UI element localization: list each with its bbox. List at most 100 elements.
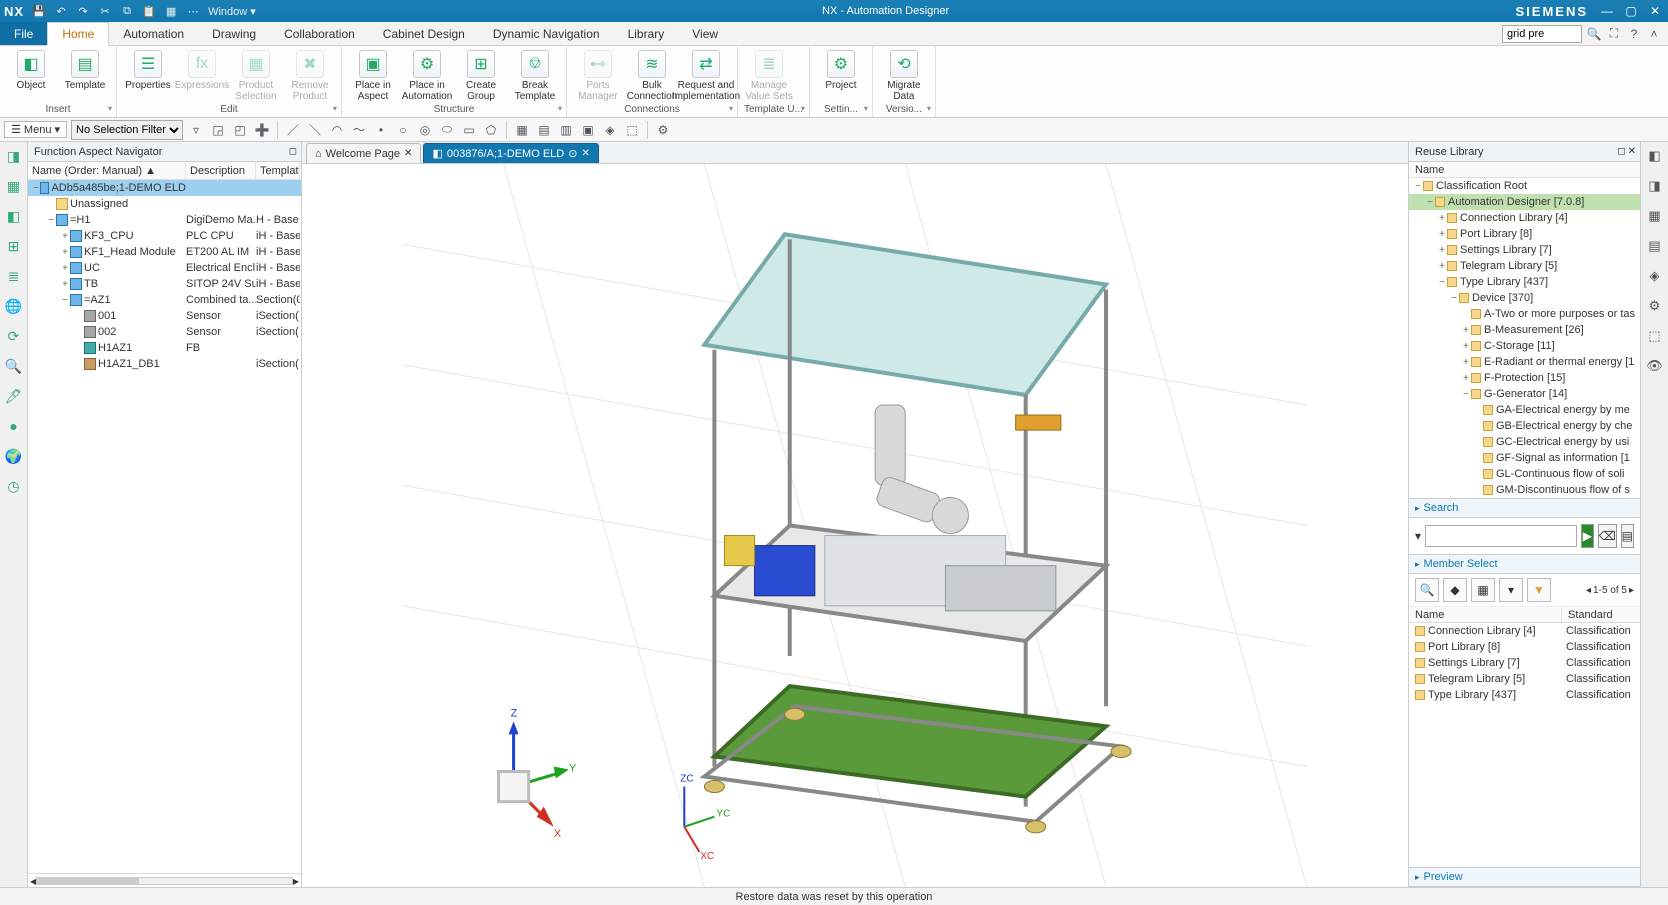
view-icon[interactable]: ◈ <box>601 121 619 139</box>
ribbon-group-label[interactable]: Settin... <box>816 104 866 115</box>
reuse-tree-row[interactable]: −Automation Designer [7.0.8] <box>1409 194 1640 210</box>
line-icon[interactable]: ／ <box>284 121 302 139</box>
fullscreen-icon[interactable]: ⛶ <box>1606 26 1622 42</box>
ribbon-group-label[interactable]: Insert <box>6 104 110 115</box>
reuse-tree[interactable]: −Classification Root−Automation Designer… <box>1409 178 1640 498</box>
next-icon[interactable]: ▸ <box>1629 585 1634 596</box>
rect-icon[interactable]: ▭ <box>460 121 478 139</box>
mcol-name[interactable]: Name <box>1409 607 1562 622</box>
tab-view[interactable]: View <box>678 22 732 45</box>
more-icon[interactable]: ⋯ <box>186 4 200 18</box>
tree-row[interactable]: 002SensoriSection( <box>28 324 301 340</box>
tool-icon[interactable]: ◈ <box>1645 266 1665 286</box>
paste-icon[interactable]: 📋 <box>142 4 156 18</box>
view-icon[interactable]: ▥ <box>557 121 575 139</box>
tab-collaboration[interactable]: Collaboration <box>270 22 369 45</box>
tool-icon[interactable]: ◨ <box>1645 176 1665 196</box>
tab-home[interactable]: Home <box>47 22 109 46</box>
reuse-tree-row[interactable]: GM-Discontinuous flow of s <box>1409 482 1640 498</box>
undock-icon[interactable]: ◻ <box>1617 146 1625 157</box>
redo-icon[interactable]: ↷ <box>76 4 90 18</box>
reuse-tree-row[interactable]: GC-Electrical energy by usi <box>1409 434 1640 450</box>
ribbon-place-in-aspect-button[interactable]: ▣Place in Aspect <box>348 48 398 102</box>
view-icon[interactable]: ⬚ <box>623 121 641 139</box>
navigator-tree[interactable]: −ADb5a485be;1-DEMO ELDUnassigned−=H1Digi… <box>28 180 301 873</box>
tab-automation[interactable]: Automation <box>109 22 198 45</box>
tab-drawing[interactable]: Drawing <box>198 22 270 45</box>
close-icon[interactable]: ✕ <box>1628 146 1636 157</box>
reuse-tree-row[interactable]: GL-Continuous flow of soli <box>1409 466 1640 482</box>
copy-icon[interactable]: ⧉ <box>120 4 134 18</box>
ribbon-group-label[interactable]: Versio... <box>879 104 929 115</box>
clock-icon[interactable]: ◷ <box>4 476 24 496</box>
reuse-tree-row[interactable]: +E-Radiant or thermal energy [1 <box>1409 354 1640 370</box>
tool-icon[interactable]: ▦ <box>1645 206 1665 226</box>
circle-icon[interactable]: ◎ <box>416 121 434 139</box>
filter-icon[interactable]: ▿ <box>187 121 205 139</box>
doc-tab[interactable]: ⌂Welcome Page✕ <box>306 143 421 163</box>
reuse-tree-row[interactable]: GA-Electrical energy by me <box>1409 402 1640 418</box>
tool-icon[interactable]: ⬚ <box>1645 326 1665 346</box>
tool-icon[interactable]: 🖊 <box>4 386 24 406</box>
member-row[interactable]: Connection Library [4]Classification <box>1409 623 1640 639</box>
view-icon[interactable]: ▦ <box>513 121 531 139</box>
tab-file[interactable]: File <box>0 22 47 45</box>
navigator-scrollbar[interactable]: ◂▸ <box>28 873 301 887</box>
tree-row[interactable]: H1AZ1FB <box>28 340 301 356</box>
assembly-icon[interactable]: ▦ <box>4 176 24 196</box>
navigator-icon[interactable]: ◨ <box>4 146 24 166</box>
reuse-search-input[interactable] <box>1425 525 1577 547</box>
view-icon[interactable]: ▣ <box>579 121 597 139</box>
point-icon[interactable]: • <box>372 121 390 139</box>
tool-icon[interactable]: ◰ <box>231 121 249 139</box>
tool-icon[interactable]: ▤ <box>1645 236 1665 256</box>
ribbon-group-label[interactable]: Connections <box>573 104 731 115</box>
member-select-header[interactable]: Member Select <box>1409 554 1640 574</box>
reuse-tree-row[interactable]: +Telegram Library [5] <box>1409 258 1640 274</box>
reuse-tree-row[interactable]: −G-Generator [14] <box>1409 386 1640 402</box>
layers-icon[interactable]: ≣ <box>4 266 24 286</box>
cut-icon[interactable]: ✂ <box>98 4 112 18</box>
pin-icon[interactable]: ⊙ <box>568 147 577 160</box>
search-go-button[interactable]: ▶ <box>1581 524 1594 548</box>
filter-icon[interactable]: ▾ <box>1415 529 1421 543</box>
ribbon-migrate-data-button[interactable]: ⟲Migrate Data <box>879 48 929 102</box>
ribbon-project-button[interactable]: ⚙Project <box>816 48 866 91</box>
reuse-tree-row[interactable]: −Classification Root <box>1409 178 1640 194</box>
close-button[interactable]: ✕ <box>1646 4 1664 18</box>
globe-icon[interactable]: 🌍 <box>4 446 24 466</box>
ribbon-request-and-implementation-button[interactable]: ⇄Request and Implementation <box>681 48 731 102</box>
command-finder-input[interactable] <box>1502 25 1582 43</box>
tree-row[interactable]: +UCElectrical Encl...iH - Base <box>28 260 301 276</box>
ribbon-place-in-automation-button[interactable]: ⚙Place in Automation <box>402 48 452 102</box>
maximize-button[interactable]: ▢ <box>1622 4 1640 18</box>
list-icon[interactable]: ◆ <box>1443 578 1467 602</box>
tree-row[interactable]: 001SensoriSection( <box>28 308 301 324</box>
mcol-standard[interactable]: Standard <box>1562 607 1640 622</box>
browser-icon[interactable]: 🌐 <box>4 296 24 316</box>
reuse-tree-row[interactable]: +F-Protection [15] <box>1409 370 1640 386</box>
ribbon-template-button[interactable]: ▤Template <box>60 48 110 91</box>
search-options-button[interactable]: ▤ <box>1621 524 1634 548</box>
ribbon-create-group-button[interactable]: ⊞Create Group <box>456 48 506 102</box>
tree-row[interactable]: −=H1DigiDemo Ma...H - Base M <box>28 212 301 228</box>
undo-icon[interactable]: ↶ <box>54 4 68 18</box>
zoom-icon[interactable]: 🔍 <box>1415 578 1439 602</box>
ribbon-group-label[interactable]: Edit <box>123 104 335 115</box>
tab-dynamic-navigation[interactable]: Dynamic Navigation <box>479 22 614 45</box>
constraint-icon[interactable]: ⊞ <box>4 236 24 256</box>
line-icon[interactable]: ＼ <box>306 121 324 139</box>
ribbon-group-label[interactable]: Template U... <box>744 104 803 115</box>
eye-icon[interactable]: 👁 <box>1645 356 1665 376</box>
search-icon[interactable]: 🔍 <box>4 356 24 376</box>
history-icon[interactable]: ⟳ <box>4 326 24 346</box>
window-dropdown[interactable]: Window ▾ <box>208 4 256 18</box>
grid-icon[interactable]: ▦ <box>164 4 178 18</box>
tree-row[interactable]: +KF1_Head ModuleET200 AL IMiH - Base <box>28 244 301 260</box>
col-template[interactable]: Template <box>256 162 300 179</box>
save-icon[interactable]: 💾 <box>32 4 46 18</box>
reuse-tree-row[interactable]: +B-Measurement [26] <box>1409 322 1640 338</box>
poly-icon[interactable]: ⬠ <box>482 121 500 139</box>
ribbon-object-button[interactable]: ◧Object <box>6 48 56 91</box>
minimize-button[interactable]: — <box>1598 4 1616 18</box>
